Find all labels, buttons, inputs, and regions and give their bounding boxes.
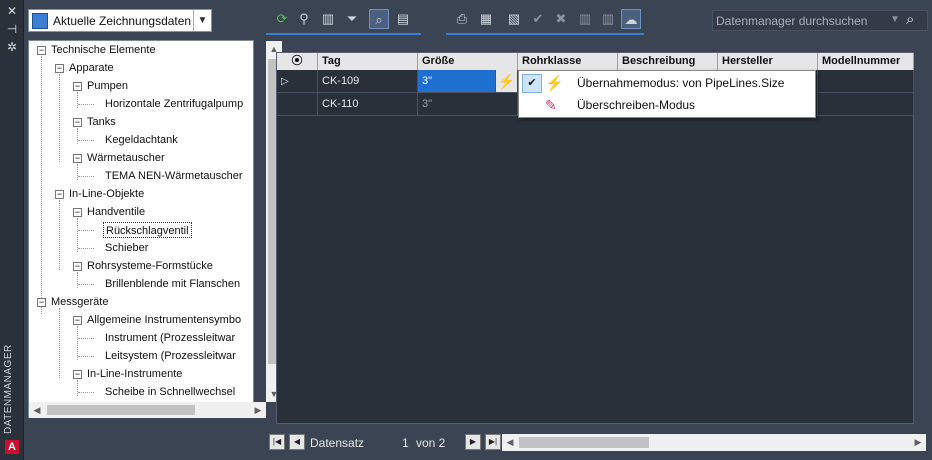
record-label: Datensatz [310, 436, 365, 450]
collapse-toggle[interactable]: − [73, 316, 82, 325]
search-field[interactable]: Datenmanager durchsuchen ▼ ⌕ [712, 10, 928, 31]
lightning-icon[interactable]: ⚡ [496, 70, 518, 93]
cell-model-number[interactable] [818, 70, 914, 93]
tree-node[interactable]: Brillenblende mit Flanschen [105, 276, 240, 292]
collapse-toggle[interactable]: − [73, 82, 82, 91]
last-record-button[interactable]: ▶| [485, 434, 501, 450]
print-icon[interactable]: ⎙ [452, 9, 472, 29]
pencil-icon: ✎ [545, 97, 557, 113]
select-all-header[interactable]: ⦿ [277, 53, 318, 70]
tree-node[interactable]: Messgeräte [51, 294, 108, 310]
close-icon[interactable]: ✕ [4, 4, 20, 18]
lightning-icon: ⚡ [545, 75, 564, 92]
menu-item-inherit-mode[interactable]: ✔ ⚡ Übernahmemodus: von PipeLines.Size [519, 72, 815, 95]
export-icon[interactable]: ▦ [476, 9, 496, 29]
cell-tag[interactable]: CK-109 [318, 70, 418, 93]
tree-node[interactable]: In-Line-Objekte [69, 186, 144, 202]
record-total: von 2 [416, 436, 446, 450]
tree-node[interactable]: TEMA NEN-Wärmetauscher [105, 168, 243, 184]
import-icon[interactable]: ▧ [504, 9, 524, 29]
cell-model-number[interactable] [818, 93, 914, 116]
collapse-toggle[interactable]: − [73, 370, 82, 379]
tree-node[interactable]: Tanks [87, 114, 116, 130]
column-header-tag[interactable]: Tag [318, 53, 418, 70]
accept-all-icon[interactable]: ▥ [575, 9, 595, 29]
tree-node[interactable]: Horizontale Zentrifugalpump [105, 96, 243, 112]
data-source-value: Aktuelle Zeichnungsdaten [53, 14, 192, 28]
first-record-button[interactable]: |◀ [269, 434, 285, 450]
hide-columns-icon[interactable]: ▥ [318, 9, 338, 29]
scroll-thumb[interactable] [519, 437, 649, 448]
menu-item-label: Übernahmemodus: von PipeLines.Size [577, 76, 785, 90]
chevron-down-icon[interactable]: ▼ [890, 14, 900, 25]
palette-title: DATENMANAGER [3, 344, 14, 434]
collapse-toggle[interactable]: − [55, 64, 64, 73]
collapse-toggle[interactable]: − [55, 190, 64, 199]
tree-node[interactable]: Handventile [87, 204, 145, 220]
collapse-toggle[interactable]: − [73, 262, 82, 271]
menu-item-overwrite-mode[interactable]: ✎ Überschreiben-Modus [519, 94, 815, 117]
menu-item-label: Überschreiben-Modus [577, 98, 696, 112]
chevron-down-icon[interactable]: ▼ [193, 10, 211, 31]
reject-all-icon[interactable]: ▥ [598, 9, 618, 29]
autocad-logo-icon: A [5, 440, 19, 454]
tree-node[interactable]: Schieber [105, 240, 148, 256]
column-header-description[interactable]: Beschreibung [618, 53, 718, 70]
filter-icon[interactable]: ⏷ [342, 9, 362, 29]
mode-popup-menu: ✔ ⚡ Übernahmemodus: von PipeLines.Size ✎… [518, 70, 816, 118]
collapse-toggle[interactable]: − [37, 298, 46, 307]
tree-node-selected[interactable]: Rückschlagventil [103, 222, 192, 238]
class-tree: − Technische Elemente − Apparate − Pumpe… [28, 40, 282, 418]
cell-tag[interactable]: CK-110 [318, 93, 418, 116]
chevron-right-icon[interactable]: ▶ [250, 402, 266, 418]
column-header-model-number[interactable]: Modellnummer [818, 53, 914, 70]
row-indicator[interactable] [277, 93, 318, 116]
cloud-icon[interactable]: ☁ [621, 9, 641, 29]
chevron-left-icon[interactable]: ◀ [29, 402, 45, 418]
tree-node[interactable]: Scheibe in Schnellwechsel [105, 384, 235, 400]
record-current[interactable]: 1 [402, 436, 409, 450]
tree-node[interactable]: Pumpen [87, 78, 128, 94]
next-record-button[interactable]: ▶ [465, 434, 481, 450]
tree-node[interactable]: Technische Elemente [51, 42, 156, 58]
palette-strip: ✕ ⊣ ✲ DATENMANAGER A [0, 0, 24, 460]
cell-size[interactable]: 3" [418, 93, 518, 116]
tree-node[interactable]: Wärmetauscher [87, 150, 165, 166]
collapse-toggle[interactable]: − [73, 208, 82, 217]
column-header-pipe-spec[interactable]: Rohrklasse [518, 53, 618, 70]
grid-horizontal-scrollbar[interactable]: ◀ ▶ [502, 434, 926, 451]
checkmark-icon: ✔ [522, 74, 542, 93]
cell-size-editing[interactable]: 3" [418, 70, 496, 93]
tree-node[interactable]: Allgemeine Instrumentensymbo [87, 312, 241, 328]
collapse-toggle[interactable]: − [73, 118, 82, 127]
accept-icon[interactable]: ✔ [528, 9, 548, 29]
tree-node[interactable]: Apparate [69, 60, 114, 76]
tree-node[interactable]: Kegeldachtank [105, 132, 178, 148]
drawing-data-icon [32, 13, 48, 29]
refresh-icon[interactable]: ⟳ [272, 9, 292, 29]
column-header-size[interactable]: Größe [418, 53, 518, 70]
search-placeholder: Datenmanager durchsuchen [716, 14, 868, 28]
tree-node[interactable]: In-Line-Instrumente [87, 366, 182, 382]
reject-icon[interactable]: ✖ [551, 9, 571, 29]
chevron-left-icon[interactable]: ◀ [502, 434, 518, 450]
pin-icon[interactable]: ⊣ [4, 22, 20, 36]
zoom-select-icon[interactable]: ▤ [393, 9, 413, 29]
search-icon[interactable]: ⌕ [906, 11, 914, 28]
chevron-right-icon[interactable]: ▶ [910, 434, 926, 450]
data-source-select[interactable]: Aktuelle Zeichnungsdaten ▼ [28, 9, 212, 32]
tree-node[interactable]: Leitsystem (Prozessleitwar [105, 348, 236, 364]
tree-horizontal-scrollbar[interactable]: ◀ ▶ [29, 402, 266, 418]
row-indicator-icon[interactable]: ▷ [277, 70, 318, 93]
column-header-manufacturer[interactable]: Hersteller [718, 53, 818, 70]
collapse-toggle[interactable]: − [37, 46, 46, 55]
zoom-to-icon[interactable]: ⌕ [369, 9, 389, 29]
previous-record-button[interactable]: ◀ [289, 434, 305, 450]
tree-node[interactable]: Instrument (Prozessleitwar [105, 330, 235, 346]
scroll-thumb[interactable] [47, 405, 195, 415]
find-tool-icon[interactable]: ⚲ [294, 9, 314, 29]
tree-node[interactable]: Rohrsysteme-Formstücke [87, 258, 213, 274]
collapse-toggle[interactable]: − [73, 154, 82, 163]
settings-icon[interactable]: ✲ [4, 40, 20, 54]
